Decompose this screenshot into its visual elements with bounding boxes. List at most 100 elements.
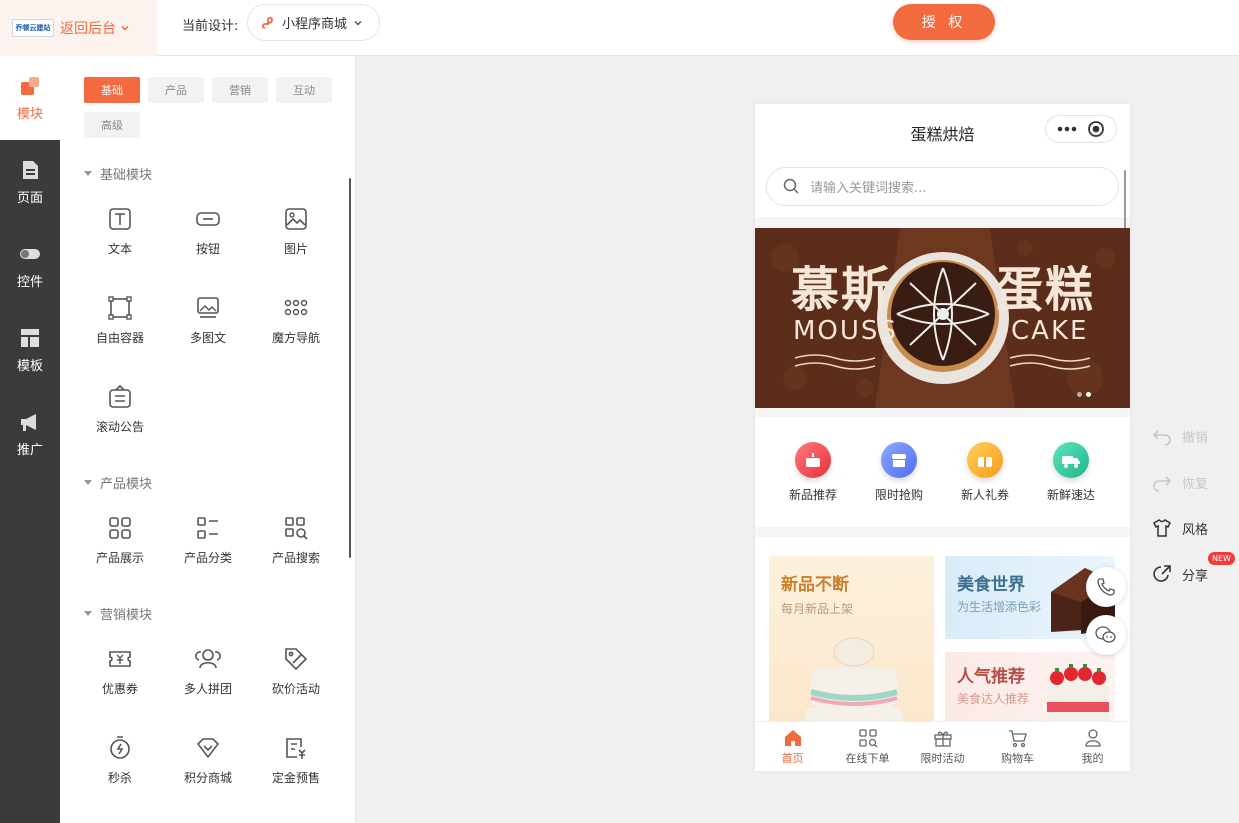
phone-float-button[interactable] <box>1086 567 1126 607</box>
module-coupon[interactable]: 优惠券 <box>76 636 164 706</box>
module-bargain[interactable]: 砍价活动 <box>252 636 340 706</box>
top-bar: 乔顿云建站 返回后台 当前设计: 小程序商城 授 权 <box>0 0 1239 56</box>
module-button[interactable]: 按钮 <box>164 196 252 266</box>
share-button[interactable]: 分享 <box>1152 564 1208 584</box>
module-text[interactable]: 文本 <box>76 196 164 266</box>
tshirt-icon <box>1153 519 1171 537</box>
section-basic-header[interactable]: 基础模块 <box>84 164 152 183</box>
nav-item-promotion[interactable]: 推广 <box>0 392 60 476</box>
banner-carousel[interactable]: 慕斯 蛋糕 MOUSS CAKE <box>755 228 1130 408</box>
brand-area: 乔顿云建站 返回后台 <box>0 0 157 56</box>
tab-basic[interactable]: 基础 <box>84 77 140 103</box>
collapse-icon <box>84 480 92 485</box>
button-icon <box>196 211 220 226</box>
module-product-search[interactable]: 产品搜索 <box>252 505 340 575</box>
close-circle-icon[interactable] <box>1087 120 1105 138</box>
authorize-button[interactable]: 授 权 <box>893 4 995 40</box>
notice-icon <box>109 384 131 408</box>
redo-icon <box>1153 476 1172 492</box>
module-product-category[interactable]: 产品分类 <box>164 505 252 575</box>
nav-item-templates[interactable]: 模板 <box>0 308 60 392</box>
shop-icon <box>881 441 917 478</box>
module-scroll-notice[interactable]: 滚动公告 <box>76 374 164 444</box>
container-icon <box>108 295 132 320</box>
tab-product[interactable]: 产品 <box>148 77 204 103</box>
banner-sub-right: CAKE <box>1011 316 1089 346</box>
promo-section: 新品不断 每月新品上架 美食世界 为生活增添色彩 人气推荐 美食达人推荐 <box>755 537 1130 727</box>
site-logo: 乔顿云建站 <box>12 19 54 37</box>
back-label: 返回后台 <box>60 21 116 37</box>
image-icon <box>285 207 307 230</box>
banner-sub-left: MOUSS <box>793 316 898 346</box>
current-design-label: 当前设计: <box>182 19 239 34</box>
quick-item-new[interactable]: 新品推荐 <box>766 417 860 527</box>
module-points-mall[interactable]: 积分商城 <box>164 725 252 795</box>
nav-label: 页面 <box>16 190 43 206</box>
page-icon <box>23 160 38 179</box>
carousel-dots[interactable] <box>1077 392 1091 397</box>
tab-mine[interactable]: 我的 <box>1055 722 1130 771</box>
module-multi-image-text[interactable]: 多图文 <box>164 285 252 355</box>
new-badge: NEW <box>1208 552 1235 565</box>
module-product-display[interactable]: 产品展示 <box>76 505 164 575</box>
module-flash-sale[interactable]: 秒杀 <box>76 725 164 795</box>
nav-item-controls[interactable]: 控件 <box>0 224 60 308</box>
module-panel: 基础 产品 营销 互动 高级 基础模块 文本 按钮 图片 自由容器 多图文 魔方… <box>60 56 356 823</box>
quick-item-coupon[interactable]: 新人礼券 <box>938 417 1032 527</box>
panel-scrollbar[interactable] <box>349 178 351 558</box>
promo-card-popular[interactable]: 人气推荐 美食达人推荐 <box>945 652 1115 727</box>
module-deposit-presale[interactable]: 定金预售 <box>252 725 340 795</box>
back-to-admin-button[interactable]: 返回后台 <box>60 18 130 38</box>
undo-button[interactable]: 撤销 <box>1152 426 1208 446</box>
tab-activity[interactable]: 限时活动 <box>905 722 980 771</box>
promo-card-new[interactable]: 新品不断 每月新品上架 <box>769 556 934 727</box>
nav-label: 控件 <box>16 274 43 290</box>
nav-item-pages[interactable]: 页面 <box>0 140 60 224</box>
module-free-container[interactable]: 自由容器 <box>76 285 164 355</box>
banner-title-left: 慕斯 <box>791 262 892 318</box>
category-list-icon <box>197 516 218 539</box>
style-button[interactable]: 风格 <box>1152 518 1208 538</box>
more-dots-icon[interactable] <box>1057 126 1077 132</box>
tab-cart[interactable]: 购物车 <box>980 722 1055 771</box>
price-tag-icon <box>285 647 308 670</box>
module-group-buy[interactable]: 多人拼团 <box>164 636 252 706</box>
module-image[interactable]: 图片 <box>252 196 340 266</box>
nav-item-modules[interactable]: 模块 <box>0 56 60 140</box>
quick-item-delivery[interactable]: 新鲜速达 <box>1024 417 1118 527</box>
tab-interaction[interactable]: 互动 <box>276 77 332 103</box>
quick-item-flash[interactable]: 限时抢购 <box>852 417 946 527</box>
app-type-select[interactable]: 小程序商城 <box>247 4 380 41</box>
wechat-icon <box>1095 626 1116 643</box>
tab-advanced[interactable]: 高级 <box>84 112 140 138</box>
wechat-float-button[interactable] <box>1086 615 1126 655</box>
phone-call-icon <box>1097 578 1115 596</box>
left-nav: 模块 页面 控件 模板 推广 <box>0 56 60 823</box>
template-icon <box>21 328 39 347</box>
home-icon <box>784 730 801 746</box>
redo-button[interactable]: 恢复 <box>1152 472 1208 492</box>
dots-grid-icon <box>284 299 308 315</box>
section-product-header[interactable]: 产品模块 <box>84 473 152 492</box>
module-cube-nav[interactable]: 魔方导航 <box>252 285 340 355</box>
search-grid-icon <box>285 516 308 540</box>
quick-nav: 新品推荐 限时抢购 新人礼券 新鲜速达 <box>755 417 1130 527</box>
nav-label: 模板 <box>16 358 43 374</box>
toggle-icon <box>20 248 40 259</box>
tab-order[interactable]: 在线下单 <box>830 722 905 771</box>
share-icon <box>1153 565 1171 582</box>
gallery-icon <box>197 296 219 318</box>
grid-search-icon <box>858 729 877 748</box>
tab-home[interactable]: 首页 <box>755 722 830 771</box>
tab-marketing[interactable]: 营销 <box>212 77 268 103</box>
group-users-icon <box>195 648 221 668</box>
miniprogram-capsule[interactable] <box>1045 115 1117 143</box>
presale-doc-icon <box>286 737 306 759</box>
section-marketing-header[interactable]: 营销模块 <box>84 604 152 623</box>
gift-box-icon <box>933 731 952 747</box>
cake-image <box>805 637 903 727</box>
search-box[interactable]: 请输入关键词搜索... <box>766 167 1119 206</box>
stopwatch-icon <box>110 735 130 759</box>
nav-label: 模块 <box>16 106 43 122</box>
cart-icon <box>1008 730 1027 748</box>
